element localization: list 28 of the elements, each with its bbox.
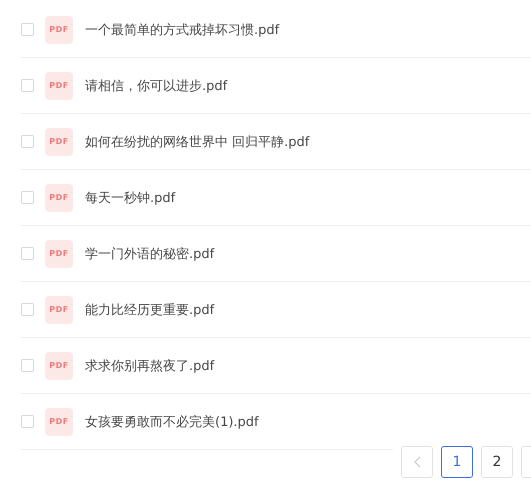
page-button[interactable]: 2 xyxy=(481,446,513,478)
file-name[interactable]: 能力比经历更重要.pdf xyxy=(85,300,214,318)
page-button[interactable]: 1 xyxy=(441,446,473,478)
pdf-file-icon: PDF xyxy=(45,296,73,324)
pdf-file-icon: PDF xyxy=(45,16,73,44)
checkbox[interactable] xyxy=(21,79,34,92)
previous-page-button[interactable] xyxy=(401,446,433,478)
pdf-file-icon: PDF xyxy=(45,240,73,268)
file-name[interactable]: 女孩要勇敢而不必完美(1).pdf xyxy=(85,412,259,430)
checkbox[interactable] xyxy=(21,135,34,148)
checkbox[interactable] xyxy=(21,359,34,372)
pdf-file-icon: PDF xyxy=(45,72,73,100)
file-name[interactable]: 每天一秒钟.pdf xyxy=(85,188,176,206)
file-name[interactable]: 求求你别再熬夜了.pdf xyxy=(85,356,214,374)
checkbox[interactable] xyxy=(21,191,34,204)
checkbox[interactable] xyxy=(21,415,34,428)
file-name[interactable]: 学一门外语的秘密.pdf xyxy=(85,244,214,262)
pdf-file-icon: PDF xyxy=(45,128,73,156)
checkbox[interactable] xyxy=(21,247,34,260)
chevron-left-icon xyxy=(414,456,420,468)
pdf-file-icon: PDF xyxy=(45,352,73,380)
checkbox[interactable] xyxy=(21,23,34,36)
file-name[interactable]: 如何在纷扰的网络世界中 回归平静.pdf xyxy=(85,132,310,150)
file-name[interactable]: 一个最简单的方式戒掉坏习惯.pdf xyxy=(85,20,280,38)
checkbox[interactable] xyxy=(21,303,34,316)
pdf-file-icon: PDF xyxy=(45,184,73,212)
file-name[interactable]: 请相信，你可以进步.pdf xyxy=(85,76,228,94)
pdf-file-icon: PDF xyxy=(45,408,73,436)
